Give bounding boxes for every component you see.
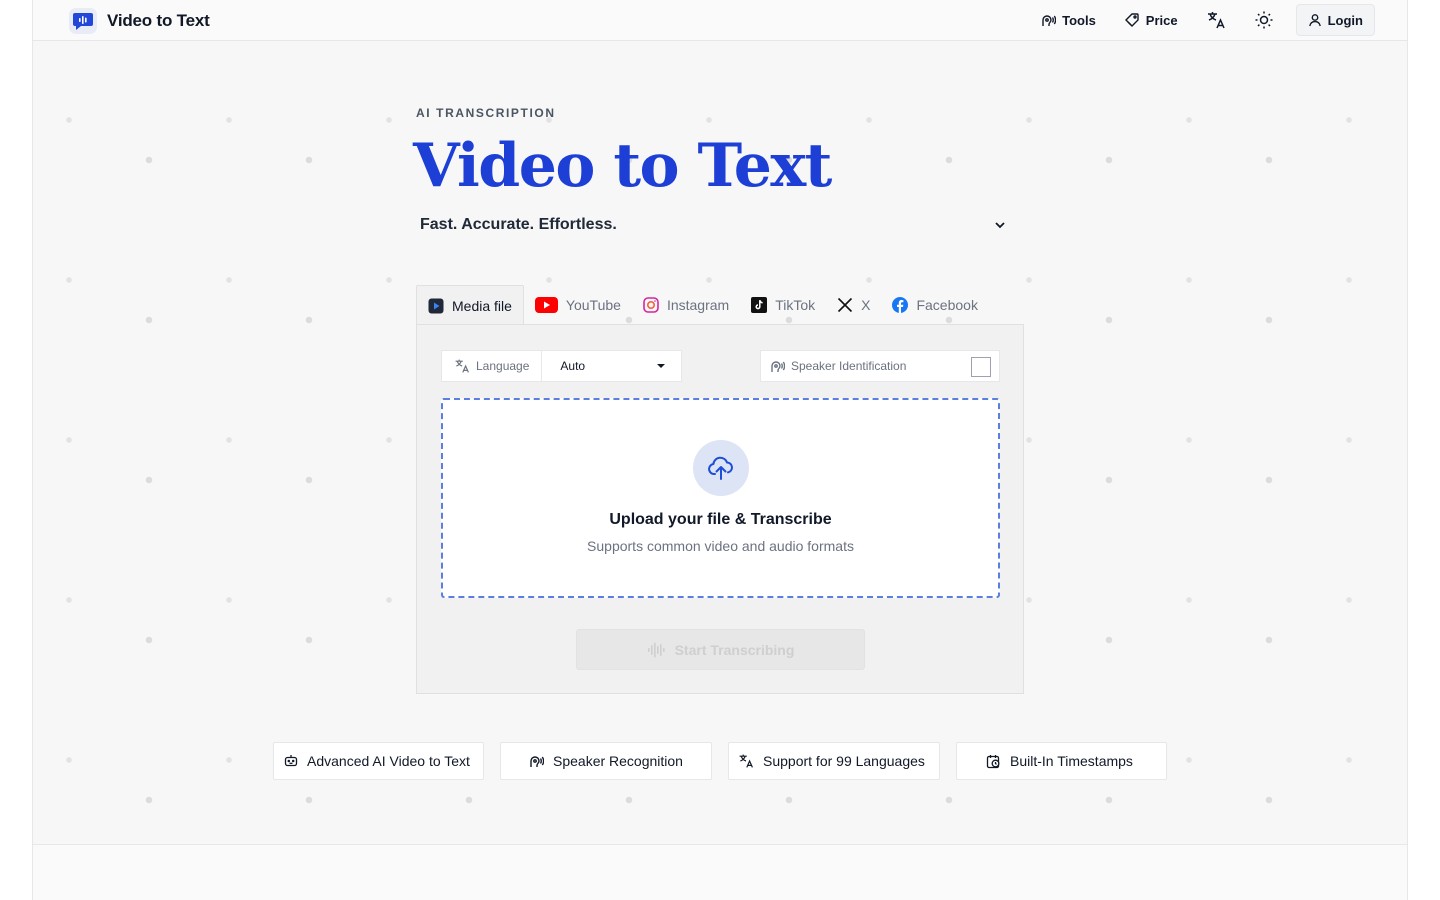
tab-label: Instagram (666, 297, 730, 313)
audio-chat-icon (69, 8, 97, 34)
upload-subtitle: Supports common video and audio formats (587, 538, 854, 554)
feature-timestamps: Built-In Timestamps (956, 742, 1167, 780)
feature-list: Advanced AI Video to Text Speaker Recogn… (273, 742, 1167, 780)
feature-label: Support for 99 Languages (763, 753, 925, 769)
facebook-icon (892, 297, 909, 313)
hero-kicker: AI TRANSCRIPTION (416, 106, 556, 120)
theme-toggle[interactable] (1240, 4, 1288, 36)
tab-instagram[interactable]: Instagram (632, 285, 740, 325)
feature-label: Advanced AI Video to Text (307, 753, 470, 769)
language-switcher[interactable] (1192, 4, 1240, 36)
tab-x[interactable]: X (826, 285, 881, 325)
tab-label: YouTube (565, 297, 621, 313)
user-icon (1308, 13, 1322, 27)
translate-icon (1206, 10, 1226, 30)
tiktok-icon (751, 297, 768, 313)
speaker-identification-label: Speaker Identification (791, 359, 907, 373)
source-tabs: Media file YouTube Instagram TikTok X Fa… (416, 285, 989, 325)
tab-youtube[interactable]: YouTube (524, 285, 632, 325)
tab-tiktok[interactable]: TikTok (740, 285, 826, 325)
nav-tools[interactable]: Tools (1026, 4, 1110, 36)
tab-facebook[interactable]: Facebook (881, 285, 988, 325)
language-label-group: Language (442, 351, 543, 381)
feature-speaker-recognition: Speaker Recognition (500, 742, 712, 780)
tab-media-file[interactable]: Media file (416, 285, 524, 325)
language-value: Auto (560, 359, 586, 373)
language-label: Language (476, 359, 530, 373)
start-transcribing-button[interactable]: Start Transcribing (576, 629, 865, 670)
feature-advanced-ai: Advanced AI Video to Text (273, 742, 484, 780)
start-transcribing-label: Start Transcribing (674, 641, 795, 658)
upload-title: Upload your file & Transcribe (609, 511, 832, 528)
caret-down-icon (657, 364, 665, 368)
speaker-identification-checkbox[interactable] (971, 357, 991, 377)
page-title: Video to Text (413, 131, 832, 201)
brand-name: Video to Text (107, 11, 210, 30)
feature-languages: Support for 99 Languages (728, 742, 940, 780)
ai-bot-icon (284, 754, 298, 768)
hero-subtitle: Fast. Accurate. Effortless. (420, 216, 617, 233)
speaker-icon (528, 753, 544, 769)
chevron-down-icon[interactable] (991, 216, 1009, 234)
speaker-identification-option: Speaker Identification (760, 350, 1000, 382)
speaker-icon (1040, 12, 1057, 28)
language-selector: Language Auto (441, 350, 682, 382)
upload-panel: Language Auto Speaker Identification Upl… (416, 324, 1024, 694)
top-header: Video to Text Tools Price Login (32, 0, 1408, 41)
instagram-icon (643, 297, 659, 313)
sun-icon (1254, 10, 1274, 30)
brand[interactable]: Video to Text (69, 8, 210, 34)
x-icon (837, 297, 853, 313)
feature-label: Built-In Timestamps (1010, 753, 1133, 769)
nav-price-label: Price (1145, 12, 1178, 28)
media-file-icon (428, 298, 444, 314)
translate-icon (738, 753, 754, 769)
nav-tools-label: Tools (1062, 12, 1096, 28)
tab-label: Facebook (916, 297, 978, 313)
price-tag-icon (1124, 12, 1140, 28)
top-nav: Tools Price Login (1026, 4, 1375, 36)
feature-label: Speaker Recognition (553, 753, 683, 769)
youtube-icon (534, 297, 558, 313)
login-label: Login (1327, 12, 1363, 28)
nav-price[interactable]: Price (1110, 4, 1192, 36)
login-button[interactable]: Login (1295, 4, 1375, 36)
tab-label: TikTok (775, 297, 816, 313)
language-dropdown[interactable]: Auto (542, 359, 681, 373)
footer-band (32, 844, 1408, 900)
waveform-icon (647, 642, 667, 658)
upload-cloud-icon (693, 440, 749, 496)
timestamp-icon (986, 754, 1001, 769)
translate-icon (454, 358, 470, 374)
file-dropzone[interactable]: Upload your file & Transcribe Supports c… (441, 398, 1000, 598)
tab-label: X (861, 297, 871, 313)
tab-label: Media file (452, 297, 512, 314)
speaker-icon (769, 358, 785, 374)
